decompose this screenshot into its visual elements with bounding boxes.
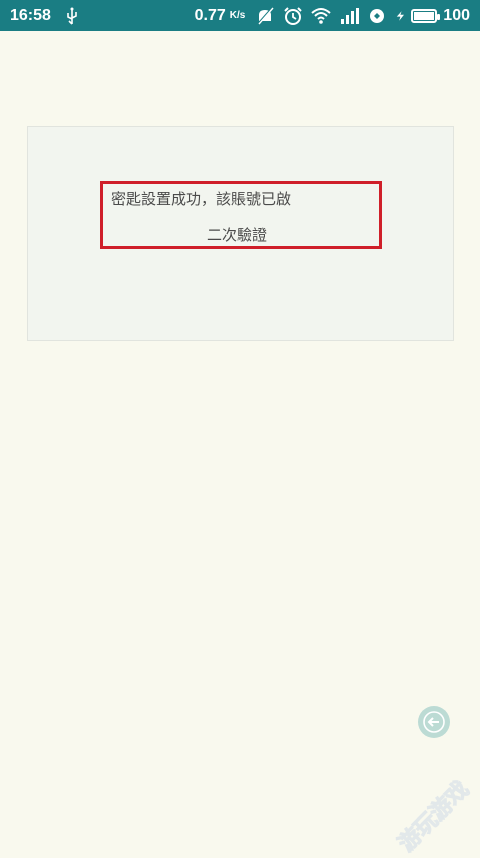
- data-saver-icon: [370, 8, 385, 23]
- network-speed: 0.77: [194, 6, 226, 24]
- arrow-left-icon: [423, 711, 445, 733]
- usb-icon: [67, 7, 77, 25]
- signal-icon: [341, 7, 360, 24]
- alarm-icon: [284, 6, 303, 25]
- watermark: 游玩游戏: [394, 777, 475, 858]
- charging-icon: [397, 10, 405, 21]
- battery-icon: [411, 8, 441, 23]
- clock: 16:58: [10, 6, 51, 24]
- status-bar: 16:58 0.77 K/s 100: [0, 0, 480, 31]
- success-message-line2: 二次驗證: [207, 226, 268, 244]
- wifi-icon: [311, 7, 331, 24]
- back-button[interactable]: [418, 706, 450, 738]
- network-speed-unit: K/s: [229, 10, 246, 21]
- mute-icon: [257, 6, 274, 25]
- success-message-line1: 密匙設置成功，該賬號已啟: [111, 190, 292, 208]
- battery-level: 100: [443, 6, 470, 24]
